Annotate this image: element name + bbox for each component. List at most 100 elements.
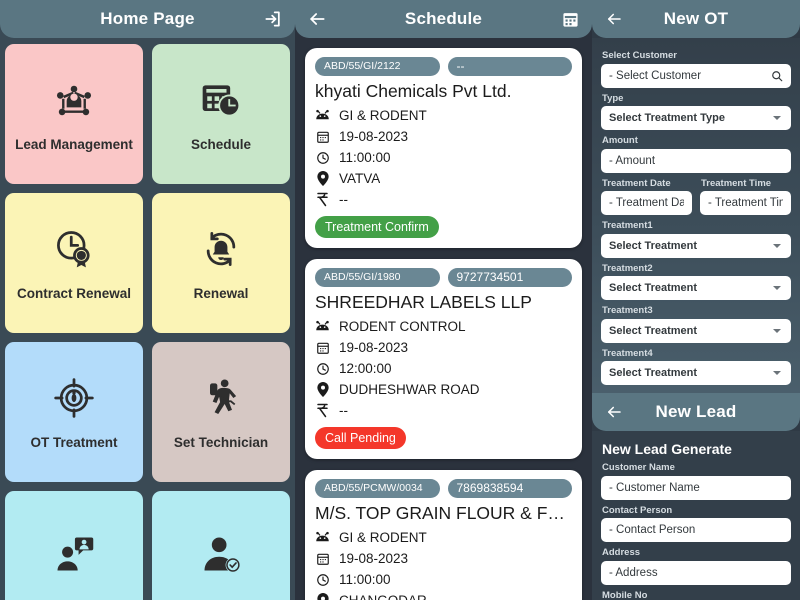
schedule-list[interactable]: ABD/55/GI/2122 -- khyati Chemicals Pvt L…: [295, 38, 592, 600]
contact-person-value: - Contact Person: [609, 524, 696, 536]
treatment3-select[interactable]: Select Treatment: [601, 318, 791, 343]
right-panel: New OT Select Customer - Select Customer…: [592, 0, 800, 600]
tile-set-technician[interactable]: Set Technician: [152, 342, 290, 482]
new-ot-appbar: New OT: [592, 0, 800, 38]
card-chips: ABD/55/GI/2122 --: [315, 57, 572, 76]
time-row: 11:00:00: [315, 569, 572, 590]
home-panel: Home Page Lead Management Schedule Contr…: [0, 0, 295, 600]
page-title: Schedule: [404, 9, 483, 28]
search-icon[interactable]: [771, 70, 783, 82]
customer-name-label: Customer Name: [602, 462, 675, 473]
appbar-spacer: [766, 400, 790, 424]
phone-chip: 7869838594: [447, 479, 572, 498]
customer-name: M/S. TOP GRAIN FLOUR & FOODS…: [315, 503, 572, 523]
calendar-clock-icon: [198, 77, 244, 123]
date-time-row: Treatment Date - Treatment Date Treatmen…: [601, 173, 791, 215]
chevron-down-icon[interactable]: [771, 325, 783, 337]
chevron-down-icon[interactable]: [771, 240, 783, 252]
calendar-icon: [315, 551, 330, 566]
back-arrow-icon[interactable]: [602, 7, 626, 31]
clock-icon: [315, 150, 330, 165]
location-pin-icon: [315, 382, 330, 397]
treatment-date-value: - Treatment Date: [609, 197, 684, 209]
treatment3-value: Select Treatment: [609, 324, 698, 337]
calendar-icon[interactable]: [558, 7, 582, 31]
address-input[interactable]: - Address: [601, 560, 791, 585]
treatment1-value: Select Treatment: [609, 239, 698, 252]
select-customer-value: - Select Customer: [609, 69, 702, 82]
location-value: DUDHESHWAR ROAD: [339, 382, 480, 397]
treatment2-select[interactable]: Select Treatment: [601, 276, 791, 300]
treatment-time-label: Treatment Time: [701, 177, 772, 189]
tile-renewal[interactable]: Renewal: [152, 193, 290, 333]
date-row: 19-08-2023: [315, 337, 572, 358]
status-badge[interactable]: Treatment Confirm: [315, 216, 439, 238]
tile-label: Set Technician: [173, 434, 269, 450]
type-label: Type: [602, 92, 624, 104]
treatment-type-select[interactable]: Select Treatment Type: [601, 106, 791, 130]
tile-schedule[interactable]: Schedule: [152, 44, 290, 184]
customer-name: SHREEDHAR LABELS LLP: [315, 292, 532, 312]
date-value: 19-08-2023: [339, 551, 409, 566]
tile-label: Schedule: [190, 136, 252, 152]
location-value: VATVA: [339, 171, 381, 186]
tile-contract-renewal[interactable]: Contract Renewal: [5, 193, 143, 333]
location-row: VATVA: [315, 168, 572, 189]
job-code-chip: ABD/55/PCMW/0034: [315, 479, 440, 498]
treatment1-select[interactable]: Select Treatment: [601, 233, 791, 258]
chevron-down-icon[interactable]: [771, 367, 783, 379]
phone-chip: --: [447, 57, 572, 76]
new-lead-section-title: New Lead Generate: [602, 441, 732, 457]
tile-label: Renewal: [193, 285, 249, 301]
calendar-icon: [315, 129, 330, 144]
phone-chip: 9727734501: [447, 268, 572, 287]
schedule-card[interactable]: ABD/55/PCMW/0034 7869838594 M/S. TOP GRA…: [305, 470, 582, 600]
technician-sprayer-icon: [198, 375, 244, 421]
customer-name-input[interactable]: - Customer Name: [601, 475, 791, 500]
network-lead-icon: [51, 77, 97, 123]
chevron-down-icon[interactable]: [771, 112, 783, 124]
treatment4-select[interactable]: Select Treatment: [601, 361, 791, 385]
select-customer-input[interactable]: - Select Customer: [601, 63, 791, 88]
logout-icon[interactable]: [261, 7, 285, 31]
amount-input[interactable]: - Amount: [601, 148, 791, 173]
chevron-down-icon[interactable]: [771, 282, 783, 294]
select-customer-label: Select Customer: [602, 50, 677, 61]
customer-name-value: - Customer Name: [609, 481, 700, 494]
treatment4-value: Select Treatment: [609, 367, 698, 379]
treatment-date-input[interactable]: - Treatment Date: [601, 191, 692, 215]
back-arrow-icon[interactable]: [602, 400, 626, 424]
time-value: 11:00:00: [339, 572, 391, 587]
schedule-card[interactable]: ABD/55/GI/1980 9727734501 SHREEDHAR LABE…: [305, 259, 582, 459]
treatment3-label: Treatment3: [602, 305, 653, 316]
tile-lead-management[interactable]: Lead Management: [5, 44, 143, 184]
service-type: GI & RODENT: [339, 108, 427, 123]
service-row: RODENT CONTROL: [315, 316, 572, 337]
tile-person-chat[interactable]: [5, 491, 143, 600]
clock-badge-icon: [51, 226, 97, 272]
tile-person-check[interactable]: [152, 491, 290, 600]
home-tile-grid: Lead Management Schedule Contract Renewa…: [0, 38, 295, 600]
target-pest-icon: [51, 375, 97, 421]
tile-ot-treatment[interactable]: OT Treatment: [5, 342, 143, 482]
contact-person-input[interactable]: - Contact Person: [601, 518, 791, 542]
card-chips: ABD/55/GI/1980 9727734501: [315, 268, 572, 287]
schedule-card[interactable]: ABD/55/GI/2122 -- khyati Chemicals Pvt L…: [305, 48, 582, 248]
location-row: CHANGODAR: [315, 590, 572, 600]
back-arrow-icon[interactable]: [305, 7, 329, 31]
amount-row: --: [315, 189, 572, 210]
date-value: 19-08-2023: [339, 129, 409, 144]
tile-label: OT Treatment: [30, 434, 118, 450]
treatment-time-value: - Treatment Time: [708, 197, 783, 209]
customer-name: khyati Chemicals Pvt Ltd.: [315, 81, 512, 101]
treatment-time-input[interactable]: - Treatment Time: [700, 191, 791, 215]
service-row: GI & RODENT: [315, 105, 572, 126]
rupee-icon: [315, 403, 330, 418]
time-row: 12:00:00: [315, 358, 572, 379]
schedule-appbar: Schedule: [295, 0, 592, 38]
status-badge[interactable]: Call Pending: [315, 427, 406, 449]
amount-label: Amount: [602, 135, 638, 146]
pest-bug-icon: [315, 319, 330, 334]
home-appbar: Home Page: [0, 0, 295, 38]
mobile-no-label: Mobile No: [602, 589, 648, 600]
